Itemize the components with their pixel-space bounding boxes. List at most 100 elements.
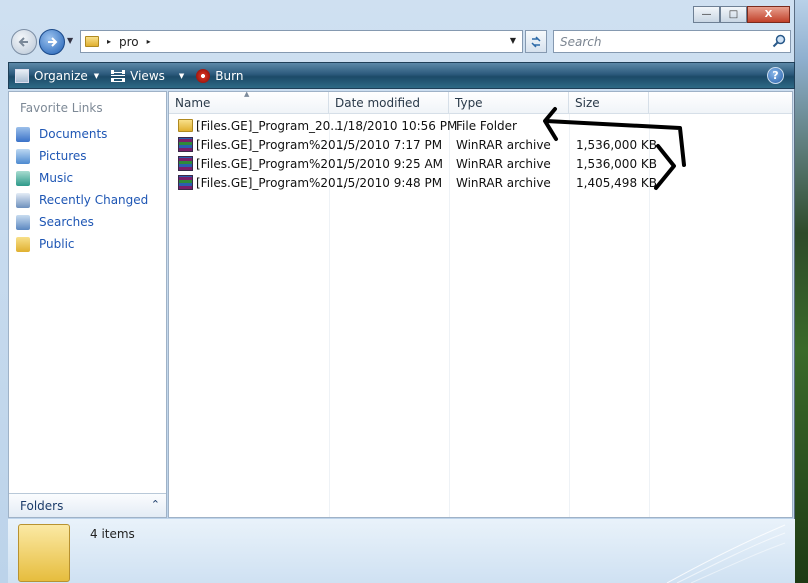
caption-buttons: — □ X xyxy=(693,6,790,23)
sidebar-item-pictures[interactable]: Pictures xyxy=(16,145,148,167)
file-icon-cell xyxy=(178,173,193,192)
folder-icon xyxy=(18,524,70,582)
column-header-name[interactable]: Name ▲ xyxy=(169,90,329,114)
sidebar-item-label: Pictures xyxy=(39,149,87,163)
music-icon xyxy=(16,170,30,186)
folders-label: Folders xyxy=(20,498,64,513)
sidebar-item-label: Public xyxy=(39,237,75,251)
search-input[interactable]: Search xyxy=(553,30,791,53)
folder-icon xyxy=(85,36,99,47)
file-list: Name ▲ Date modified Type Size [Files.GE… xyxy=(168,90,793,518)
column-header-size[interactable]: Size xyxy=(569,92,649,114)
breadcrumb-pro[interactable]: pro xyxy=(119,35,139,49)
forward-arrow-icon xyxy=(48,37,58,47)
file-type: WinRAR archive xyxy=(456,137,551,152)
decorative-swirl xyxy=(666,524,786,583)
file-icon-cell xyxy=(178,116,193,135)
winrar-archive-icon xyxy=(178,156,193,171)
column-header-date-modified[interactable]: Date modified xyxy=(329,92,449,114)
file-name: [Files.GE]_Program%20... xyxy=(196,156,348,171)
chevron-down-icon: ▼ xyxy=(93,71,100,80)
sidebar-item-label: Music xyxy=(39,171,74,185)
minimize-button[interactable]: — xyxy=(693,6,720,23)
organize-icon xyxy=(15,68,29,83)
file-row[interactable]: [Files.GE]_Program%20... 1/5/2010 9:48 P… xyxy=(175,173,785,192)
file-name: [Files.GE]_Program_20... xyxy=(196,118,342,133)
details-pane: 4 items xyxy=(8,519,795,583)
close-button[interactable]: X xyxy=(747,6,790,23)
back-button[interactable] xyxy=(11,29,37,55)
recently-changed-icon xyxy=(16,192,30,208)
folders-toggle[interactable]: Folders ⌃ xyxy=(9,493,166,517)
item-count: 4 items xyxy=(90,527,135,541)
sidebar-item-recently-changed[interactable]: Recently Changed xyxy=(16,189,148,211)
public-folder-icon xyxy=(16,236,30,252)
file-row[interactable]: [Files.GE]_Program_20... 1/18/2010 10:56… xyxy=(175,116,785,135)
navigation-pane: Favorite Links Documents Pictures Music … xyxy=(8,91,167,518)
file-name: [Files.GE]_Program%20... xyxy=(196,175,348,190)
sidebar-item-public[interactable]: Public xyxy=(16,233,148,255)
folder-icon xyxy=(178,119,193,132)
sidebar-item-label: Recently Changed xyxy=(39,193,149,207)
back-arrow-icon xyxy=(18,37,28,47)
sidebar-item-label: Searches xyxy=(39,215,94,229)
column-label: Size xyxy=(575,96,600,110)
refresh-button[interactable] xyxy=(525,30,547,53)
sidebar-item-music[interactable]: Music xyxy=(16,167,148,189)
sort-ascending-icon: ▲ xyxy=(244,90,250,98)
file-icon-cell xyxy=(178,154,193,173)
favorite-links-heading: Favorite Links xyxy=(20,101,103,115)
sidebar-item-searches[interactable]: Searches xyxy=(16,211,148,233)
column-label: Type xyxy=(455,96,483,110)
searches-icon xyxy=(16,214,30,230)
forward-button[interactable] xyxy=(39,29,65,55)
file-row[interactable]: [Files.GE]_Program%20... 1/5/2010 9:25 A… xyxy=(175,154,785,173)
file-type: WinRAR archive xyxy=(456,175,551,190)
navigation-bar: ▼ ▸ pro ▸ ▼ Search xyxy=(0,26,795,58)
column-headers: Name ▲ Date modified Type Size xyxy=(169,90,792,114)
refresh-icon xyxy=(531,35,541,48)
maximize-button[interactable]: □ xyxy=(720,6,747,23)
pictures-icon xyxy=(16,148,30,164)
search-icon[interactable] xyxy=(772,34,786,48)
search-placeholder: Search xyxy=(560,35,602,49)
command-toolbar: Organize ▼ Views ▼ Burn ? xyxy=(8,62,795,89)
file-name: [Files.GE]_Program%20... xyxy=(196,137,348,152)
column-label: Date modified xyxy=(335,96,421,110)
chevron-down-icon: ▼ xyxy=(178,71,185,80)
file-row[interactable]: [Files.GE]_Program%20... 1/5/2010 7:17 P… xyxy=(175,135,785,154)
breadcrumb-separator[interactable]: ▸ xyxy=(107,37,111,46)
burn-button[interactable]: Burn xyxy=(190,63,249,88)
chevron-up-icon: ⌃ xyxy=(150,498,160,511)
winrar-archive-icon xyxy=(178,137,193,152)
winrar-archive-icon xyxy=(178,175,193,190)
file-type: File Folder xyxy=(456,118,517,133)
file-date: 1/5/2010 9:25 AM xyxy=(336,156,444,171)
file-type: WinRAR archive xyxy=(456,156,551,171)
file-date: 1/5/2010 7:17 PM xyxy=(336,137,443,152)
breadcrumb-separator[interactable]: ▸ xyxy=(147,37,151,46)
file-size: 1,405,498 KB xyxy=(576,175,657,190)
address-dropdown[interactable]: ▼ xyxy=(510,36,516,45)
help-button[interactable]: ? xyxy=(767,67,784,84)
organize-button[interactable]: Organize ▼ xyxy=(9,63,105,88)
file-date: 1/5/2010 9:48 PM xyxy=(336,175,443,190)
organize-label: Organize xyxy=(34,68,88,83)
file-icon-cell xyxy=(178,135,193,154)
sidebar-item-documents[interactable]: Documents xyxy=(16,123,148,145)
documents-icon xyxy=(16,126,30,142)
file-date: 1/18/2010 10:56 PM xyxy=(336,118,458,133)
burn-icon xyxy=(196,68,211,83)
views-label: Views xyxy=(130,68,165,83)
file-size: 1,536,000 KB xyxy=(576,156,657,171)
column-header-type[interactable]: Type xyxy=(449,92,569,114)
desktop-background xyxy=(794,0,808,583)
recent-pages-dropdown[interactable]: ▼ xyxy=(67,36,73,45)
address-bar[interactable]: ▸ pro ▸ ▼ xyxy=(80,30,523,53)
views-button[interactable]: Views ▼ xyxy=(105,63,190,88)
favorite-links-list: Documents Pictures Music Recently Change… xyxy=(16,123,148,255)
explorer-window: — □ X ▼ ▸ pro ▸ ▼ Search Organize ▼ View… xyxy=(0,0,795,583)
burn-label: Burn xyxy=(215,68,244,83)
sidebar-item-label: Documents xyxy=(39,127,108,141)
views-icon xyxy=(111,69,126,82)
